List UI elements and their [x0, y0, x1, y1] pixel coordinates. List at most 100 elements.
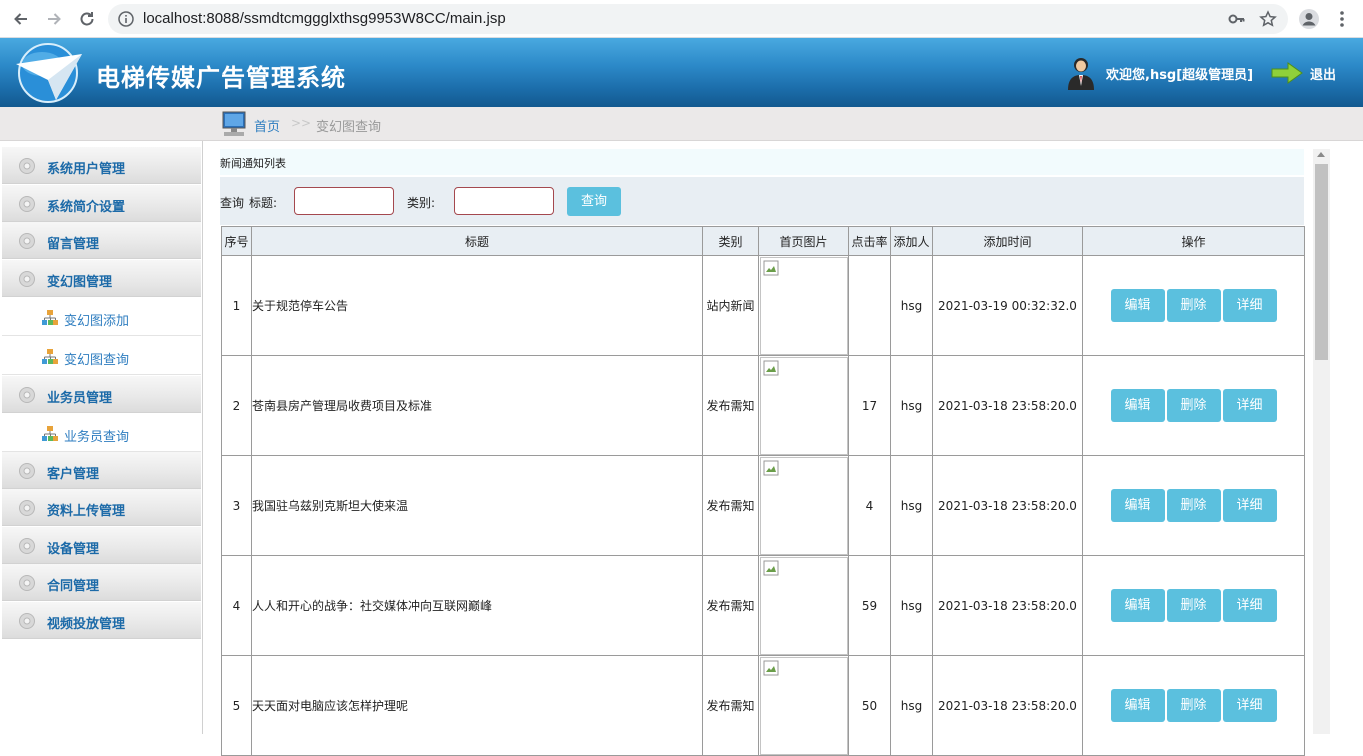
- sidebar-group-system-intro[interactable]: 系统简介设置: [2, 185, 201, 222]
- column-header: 类别: [702, 226, 759, 256]
- gear-icon: [19, 233, 35, 249]
- row-category: 站内新闻: [702, 255, 759, 356]
- detail-button[interactable]: 详细: [1222, 389, 1277, 422]
- sidebar-group-video[interactable]: 视频投放管理: [2, 602, 201, 639]
- row-clicks: 4: [848, 455, 891, 556]
- arrow-right-icon: [48, 13, 61, 25]
- scroll-up-arrow-icon[interactable]: [1317, 152, 1325, 157]
- sidebar-group-system-users[interactable]: 系统用户管理: [2, 147, 201, 184]
- sidebar-item-slideshow-query[interactable]: 变幻图查询: [2, 337, 201, 375]
- category-label: 类别:: [407, 196, 436, 210]
- thumbnail-image: [759, 356, 848, 455]
- app-header: 电梯传媒广告管理系统 欢迎您,hsg[超级管理员] 退出: [0, 38, 1363, 107]
- search-button[interactable]: 查询: [567, 187, 621, 216]
- address-bar[interactable]: localhost:8088/ssmdtcmggglxthsg9953W8CC/…: [108, 4, 1288, 34]
- row-number: 5: [221, 655, 252, 756]
- arrow-left-icon: [14, 13, 27, 25]
- sidebar-group-salesmen[interactable]: 业务员管理: [2, 376, 201, 413]
- row-title: 人人和开心的战争：社交媒体冲向互联网巅峰: [251, 555, 703, 656]
- row-clicks: 17: [848, 355, 891, 456]
- table-header-row: 序号 标题 类别 首页图片 点击率 添加人 添加时间 操作: [221, 226, 1305, 256]
- delete-button[interactable]: 删除: [1166, 589, 1221, 622]
- url-text: localhost:8088/ssmdtcmggglxthsg9953W8CC/…: [143, 10, 506, 27]
- table-row: 4 人人和开心的战争：社交媒体冲向互联网巅峰 发布需知 59 hsg 2021-…: [221, 555, 1305, 656]
- row-number: 1: [221, 255, 252, 356]
- gear-icon: [19, 463, 35, 479]
- thumbnail-image: [759, 656, 848, 755]
- edit-button[interactable]: 编辑: [1110, 689, 1165, 722]
- category-search-input[interactable]: [454, 187, 554, 215]
- broken-image-icon: [763, 360, 778, 375]
- gear-icon: [19, 271, 35, 287]
- sidebar-group-slideshow[interactable]: 变幻图管理: [2, 260, 201, 297]
- detail-button[interactable]: 详细: [1222, 589, 1277, 622]
- breadcrumb-separator: >>: [291, 116, 312, 130]
- edit-button[interactable]: 编辑: [1110, 289, 1165, 322]
- sidebar-item-salesman-query[interactable]: 业务员查询: [2, 414, 201, 452]
- delete-button[interactable]: 删除: [1166, 289, 1221, 322]
- sidebar-group-devices[interactable]: 设备管理: [2, 527, 201, 564]
- row-time: 2021-03-19 00:32:32.0: [932, 255, 1083, 356]
- row-number: 4: [221, 555, 252, 656]
- star-icon[interactable]: [1259, 10, 1277, 28]
- scrollbar-thumb[interactable]: [1315, 164, 1328, 360]
- back-button[interactable]: [9, 7, 33, 31]
- title-label: 标题:: [249, 196, 278, 210]
- column-header: 首页图片: [758, 226, 849, 256]
- search-prefix: 查询: [220, 196, 245, 210]
- table-row: 3 我国驻乌兹别克斯坦大使来温 发布需知 4 hsg 2021-03-18 23…: [221, 455, 1305, 556]
- sitemap-icon: [42, 426, 58, 441]
- delete-button[interactable]: 删除: [1166, 489, 1221, 522]
- edit-button[interactable]: 编辑: [1110, 589, 1165, 622]
- admin-avatar-icon: [1068, 58, 1094, 90]
- row-category: 发布需知: [702, 555, 759, 656]
- sidebar-group-label: 系统简介设置: [47, 200, 126, 215]
- row-author: hsg: [890, 355, 933, 456]
- sidebar-group-customers[interactable]: 客户管理: [2, 452, 201, 489]
- logout-link[interactable]: 退出: [1310, 64, 1336, 83]
- row-author: hsg: [890, 555, 933, 656]
- row-clicks: [848, 255, 891, 356]
- reload-button[interactable]: [75, 7, 99, 31]
- sidebar-group-messages[interactable]: 留言管理: [2, 222, 201, 259]
- app-title: 电梯传媒广告管理系统: [96, 64, 346, 92]
- sidebar-group-contracts[interactable]: 合同管理: [2, 564, 201, 601]
- key-icon[interactable]: [1228, 11, 1246, 27]
- table-row: 5 天天面对电脑应该怎样护理呢 发布需知 50 hsg 2021-03-18 2…: [221, 655, 1305, 756]
- broken-image-icon: [763, 560, 778, 575]
- news-table: 序号 标题 类别 首页图片 点击率 添加人 添加时间 操作 1 关于规范停车公告…: [221, 226, 1305, 756]
- delete-button[interactable]: 删除: [1166, 389, 1221, 422]
- thumbnail-image: [759, 456, 848, 555]
- row-clicks: 50: [848, 655, 891, 756]
- detail-button[interactable]: 详细: [1222, 489, 1277, 522]
- row-author: hsg: [890, 455, 933, 556]
- column-header: 添加时间: [932, 226, 1083, 256]
- sidebar-group-label: 系统用户管理: [47, 162, 126, 177]
- gear-icon: [19, 613, 35, 629]
- sidebar-item-label: 变幻图查询: [64, 353, 130, 368]
- sidebar-group-label: 视频投放管理: [47, 617, 126, 632]
- panel-title: 新闻通知列表: [220, 149, 1304, 175]
- forward-button[interactable]: [42, 7, 66, 31]
- sidebar-group-label: 业务员管理: [47, 391, 113, 406]
- title-search-input[interactable]: [294, 187, 394, 215]
- edit-button[interactable]: 编辑: [1110, 489, 1165, 522]
- row-time: 2021-03-18 23:58:20.0: [932, 555, 1083, 656]
- edit-button[interactable]: 编辑: [1110, 389, 1165, 422]
- detail-button[interactable]: 详细: [1222, 689, 1277, 722]
- row-number: 2: [221, 355, 252, 456]
- sidebar-group-uploads[interactable]: 资料上传管理: [2, 489, 201, 526]
- profile-button[interactable]: [1297, 7, 1321, 31]
- row-category: 发布需知: [702, 655, 759, 756]
- thumbnail-image: [759, 556, 848, 655]
- gear-icon: [19, 196, 35, 212]
- logout-arrow-icon[interactable]: [1271, 61, 1303, 85]
- gear-icon: [19, 538, 35, 554]
- breadcrumb-home-link[interactable]: 首页: [254, 116, 280, 135]
- welcome-text: 欢迎您,hsg[超级管理员]: [1106, 68, 1254, 83]
- sidebar-item-slideshow-add[interactable]: 变幻图添加: [2, 298, 201, 336]
- browser-menu-button[interactable]: [1330, 7, 1354, 31]
- detail-button[interactable]: 详细: [1222, 289, 1277, 322]
- row-time: 2021-03-18 23:58:20.0: [932, 455, 1083, 556]
- delete-button[interactable]: 删除: [1166, 689, 1221, 722]
